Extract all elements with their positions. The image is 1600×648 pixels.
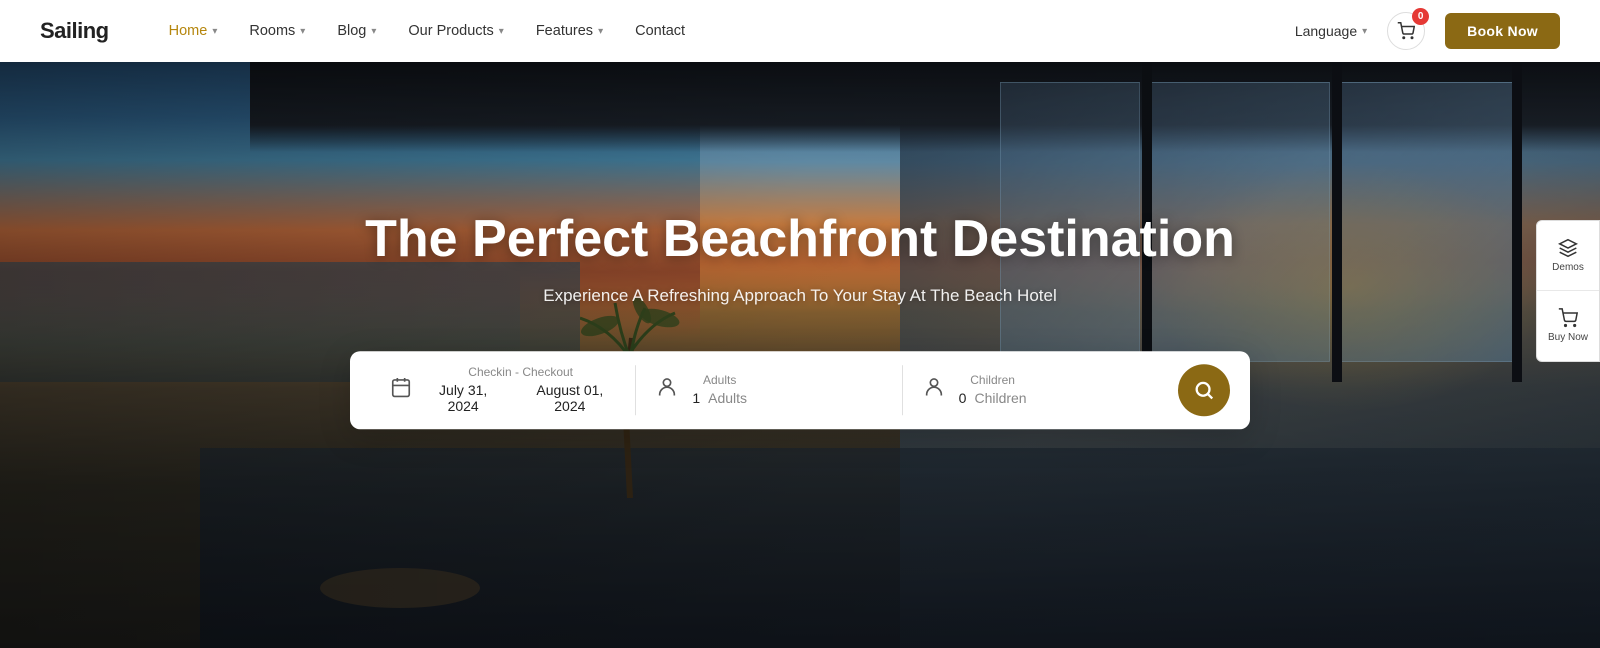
adults-label: Adults xyxy=(692,374,747,388)
search-icon xyxy=(1193,379,1215,401)
chevron-down-icon: ▾ xyxy=(300,26,305,37)
hero-content: The Perfect Beachfront Destination Exper… xyxy=(350,210,1250,429)
hero-section: The Perfect Beachfront Destination Exper… xyxy=(0,0,1600,648)
hero-subtitle: Experience A Refreshing Approach To Your… xyxy=(350,286,1250,306)
hero-title: The Perfect Beachfront Destination xyxy=(350,210,1250,270)
nav-item-rooms[interactable]: Rooms ▾ xyxy=(249,23,305,39)
children-group: Children 0 Children xyxy=(959,374,1027,407)
checkin-checkout-section[interactable]: Checkin - Checkout July 31, 2024 August … xyxy=(370,366,635,415)
checkin-label: Checkin - Checkout xyxy=(426,366,615,380)
navbar: Sailing Home ▾ Rooms ▾ Blog ▾ Our Produc… xyxy=(0,0,1600,62)
search-button[interactable] xyxy=(1178,364,1230,416)
cart-button[interactable]: 0 xyxy=(1387,12,1425,50)
chevron-down-icon: ▾ xyxy=(212,26,217,37)
nav-item-contact[interactable]: Contact xyxy=(635,23,685,39)
nav-item-blog[interactable]: Blog ▾ xyxy=(337,23,376,39)
cart-badge: 0 xyxy=(1412,8,1429,25)
date-range: July 31, 2024 August 01, 2024 xyxy=(426,383,615,415)
nav-item-features[interactable]: Features ▾ xyxy=(536,23,603,39)
nav-links: Home ▾ Rooms ▾ Blog ▾ Our Products ▾ Fea… xyxy=(169,23,1295,39)
logo[interactable]: Sailing xyxy=(40,18,109,44)
nav-right: Language ▾ 0 Book Now xyxy=(1295,12,1560,50)
child-icon xyxy=(923,376,945,404)
search-bar: Checkin - Checkout July 31, 2024 August … xyxy=(350,351,1250,429)
adults-value: 1 Adults xyxy=(692,391,747,407)
chevron-down-icon: ▾ xyxy=(499,26,504,37)
shopping-cart-icon xyxy=(1558,308,1578,328)
children-label: Children xyxy=(959,374,1027,388)
date-group: Checkin - Checkout July 31, 2024 August … xyxy=(426,366,615,415)
person-icon xyxy=(656,376,678,404)
chevron-down-icon: ▾ xyxy=(371,26,376,37)
buy-now-panel[interactable]: Buy Now xyxy=(1537,291,1599,361)
children-value: 0 Children xyxy=(959,391,1027,407)
cart-icon xyxy=(1397,22,1415,40)
side-panels: Demos Buy Now xyxy=(1536,220,1600,362)
adults-group: Adults 1 Adults xyxy=(692,374,747,407)
book-now-button[interactable]: Book Now xyxy=(1445,13,1560,49)
children-section[interactable]: Children 0 Children xyxy=(903,374,1168,407)
children-count: 0 xyxy=(959,391,967,407)
adults-section[interactable]: Adults 1 Adults xyxy=(636,374,901,407)
layers-icon xyxy=(1558,238,1578,258)
checkout-date: August 01, 2024 xyxy=(524,383,615,415)
language-button[interactable]: Language ▾ xyxy=(1295,23,1367,39)
demos-panel[interactable]: Demos xyxy=(1537,221,1599,291)
adults-count: 1 xyxy=(692,391,700,407)
nav-item-home[interactable]: Home ▾ xyxy=(169,23,218,39)
calendar-icon xyxy=(390,376,412,404)
chevron-down-icon: ▾ xyxy=(1362,26,1367,37)
chevron-down-icon: ▾ xyxy=(598,26,603,37)
checkin-date: July 31, 2024 xyxy=(426,383,500,415)
children-unit: Children xyxy=(974,391,1026,407)
nav-item-products[interactable]: Our Products ▾ xyxy=(408,23,503,39)
adults-unit: Adults xyxy=(708,391,747,407)
